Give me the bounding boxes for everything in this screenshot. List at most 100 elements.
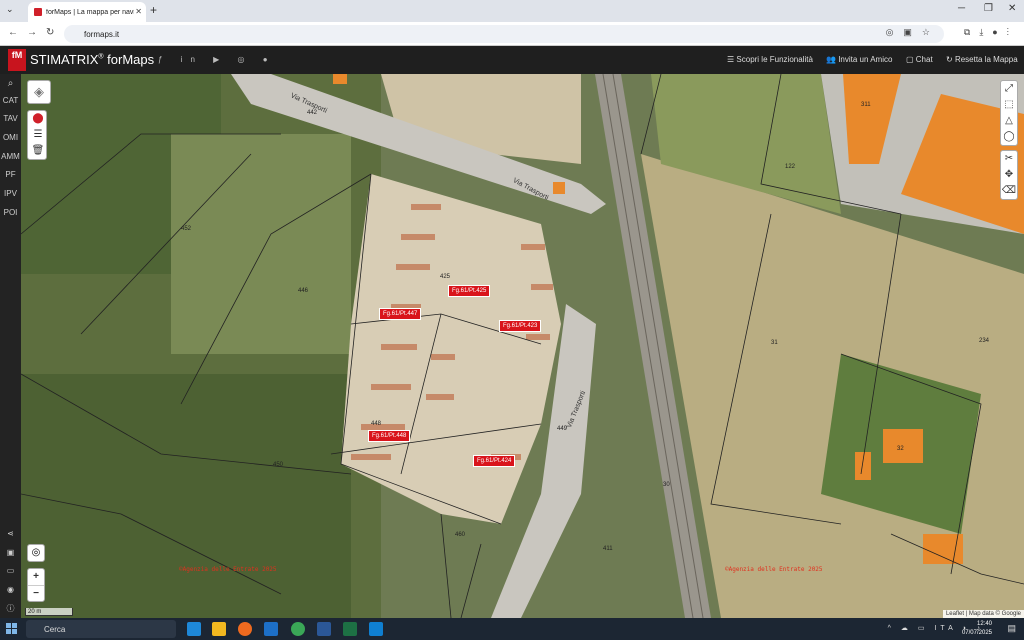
chrome-icon[interactable] [291,622,305,636]
minimize-icon[interactable]: ─ [958,3,965,14]
parcel-number: 449 [557,426,568,432]
chat-link[interactable]: ▢ Chat [906,55,933,64]
zoom-control: + − [27,568,45,602]
info-icon[interactable]: ⓘ [0,603,21,614]
map-tools-panel: ⬤ ☰ 🗑 [27,110,47,160]
search-icon[interactable]: ⌕ [0,78,21,89]
save-icon[interactable]: ▣ [0,548,21,557]
invite-friend-link[interactable]: 👥 Invita un Amico [826,55,892,64]
app-icon[interactable] [369,622,383,636]
edit-tools-panel: ✂ ✥ ⌫ [1000,150,1018,200]
sidebar-item-cat[interactable]: CAT [0,96,21,105]
features-link[interactable]: ☰ Scopri le Funzionalità [727,55,813,64]
tab-title: forMaps | La mappa per navig... [46,8,134,16]
map-canvas[interactable]: ◈ ⬤ ☰ 🗑 ⤢ ⬚ △ ◯ ✂ ✥ ⌫ ◎ + − Via Trasport… [21,74,1024,618]
formaps-logo[interactable]: fM [8,49,26,71]
parcel-number: 31 [771,340,778,346]
address-bar-row: ← → ↻ formaps.it ◎▣☆ ⧉⤓●⋮ [0,22,1024,46]
parcel-label-425[interactable]: Fg.61/Pt.425 [448,285,491,297]
notification-icon[interactable]: ▤ [1007,623,1016,634]
excel-icon[interactable] [343,622,357,636]
copyright-watermark: ©Agenzia delle Entrate 2025 [179,566,277,573]
tab-search-icon[interactable]: ⌄ [6,4,14,15]
draw-line-icon[interactable]: ⤢ [1001,81,1017,97]
layers-icon: ◈ [34,84,44,99]
eraser-icon[interactable]: ⌫ [1001,183,1017,199]
sidebar-item-amm[interactable]: AMM [0,152,21,161]
browser-tab-bar: ⌄ forMaps | La mappa per navig... ✕ + ─ … [0,0,1024,22]
crosshair-icon: ◎ [31,547,41,558]
parcel-number: 446 [298,288,309,294]
taskbar-search-input[interactable]: Cerca [26,620,176,638]
left-sidebar: ⌕ CAT TAV OMI AMM PF IPV POI ⋖ ▣ ▭ ◉ ⓘ [0,74,21,618]
parcel-label-424[interactable]: Fg.61/Pt.424 [473,455,516,467]
location-pin-icon[interactable]: ⬤ [28,111,48,127]
reset-map-link[interactable]: ↻ Resetta la Mappa [946,55,1018,64]
sidebar-item-ipv[interactable]: IPV [0,189,21,198]
clock-date: 07/07/2025 [961,630,992,636]
parcel-number: 452 [181,226,192,232]
language-indicator: ITA [934,625,957,632]
system-clock[interactable]: 12:40 07/07/2025 [962,620,992,638]
parcel-number: 234 [979,338,990,344]
new-tab-button[interactable]: + [150,3,157,17]
close-tab-icon[interactable]: ✕ [135,7,142,16]
satellite-map-image [21,74,1024,618]
brand-title: STIMATRIX® forMaps [30,52,155,67]
restore-icon[interactable]: ❐ [984,3,993,14]
zoom-in-button[interactable]: + [28,569,44,585]
parcel-number: 450 [273,462,284,468]
file-explorer-icon[interactable] [212,622,226,636]
firefox-icon[interactable] [238,622,252,636]
draw-polygon-icon[interactable]: △ [1001,113,1017,129]
windows-start-icon[interactable] [6,623,18,635]
url-text: formaps.it [84,29,120,39]
layers-button[interactable]: ◈ [27,80,51,104]
parcel-number: 460 [455,532,466,538]
draw-tools-panel: ⤢ ⬚ △ ◯ [1000,80,1018,146]
edge-icon[interactable] [187,622,201,636]
back-icon[interactable]: ← [8,27,18,38]
share-icon[interactable]: ⋖ [0,529,21,538]
sidebar-item-poi[interactable]: POI [0,208,21,217]
clock-time: 12:40 [976,621,992,627]
parcel-label-423[interactable]: Fg.61/Pt.423 [499,320,542,332]
word-icon[interactable] [317,622,331,636]
list-icon[interactable]: ☰ [28,127,48,143]
parcel-number: 411 [603,546,613,552]
favicon-icon [34,8,42,16]
parcel-number: 122 [785,164,796,170]
zoom-out-button[interactable]: − [28,585,44,601]
forward-icon[interactable]: → [27,27,37,38]
eye-icon[interactable]: ◉ [0,585,21,594]
folder-icon[interactable]: ▭ [0,566,21,575]
parcel-label-447[interactable]: Fg.61/Pt.447 [379,308,422,320]
search-placeholder: Cerca [44,624,66,634]
trash-icon[interactable]: 🗑 [28,143,48,159]
parcel-label-448[interactable]: Fg.61/Pt.448 [368,430,411,442]
parcel-number: 32 [897,446,904,452]
move-icon[interactable]: ✥ [1001,167,1017,183]
browser-toolbar-icons[interactable]: ⧉⤓●⋮ [964,27,1018,38]
sidebar-item-omi[interactable]: OMI [0,133,21,142]
url-input[interactable]: formaps.it [64,25,944,43]
reload-icon[interactable]: ↻ [46,27,54,38]
omnibox-action-icons[interactable]: ◎▣☆ [886,27,940,38]
parcel-number: 448 [371,421,382,427]
parcel-number: 311 [861,102,871,108]
scale-bar: 20 m [25,608,73,616]
cut-icon[interactable]: ✂ [1001,151,1017,167]
windows-taskbar: Cerca ^ ☁ ▭ ITA ◗ ♪ 12:40 07/07/2025 ▤ [0,618,1024,640]
sidebar-item-tav[interactable]: TAV [0,114,21,123]
draw-rectangle-icon[interactable]: ⬚ [1001,97,1017,113]
outlook-icon[interactable] [264,622,278,636]
copyright-watermark: ©Agenzia delle Entrate 2025 [725,566,823,573]
app-header: fM STIMATRIX® forMaps ƒ in ▶ ◎ ● ☰ Scopr… [0,46,1024,74]
map-attribution[interactable]: Leaflet | Map data © Google [942,610,1024,618]
locate-button[interactable]: ◎ [27,544,45,562]
browser-tab[interactable]: forMaps | La mappa per navig... ✕ [28,2,146,22]
social-icons[interactable]: ƒ in ▶ ◎ ● [158,55,276,64]
close-window-icon[interactable]: ✕ [1008,3,1016,14]
draw-circle-icon[interactable]: ◯ [1001,129,1017,145]
sidebar-item-pf[interactable]: PF [0,170,21,179]
